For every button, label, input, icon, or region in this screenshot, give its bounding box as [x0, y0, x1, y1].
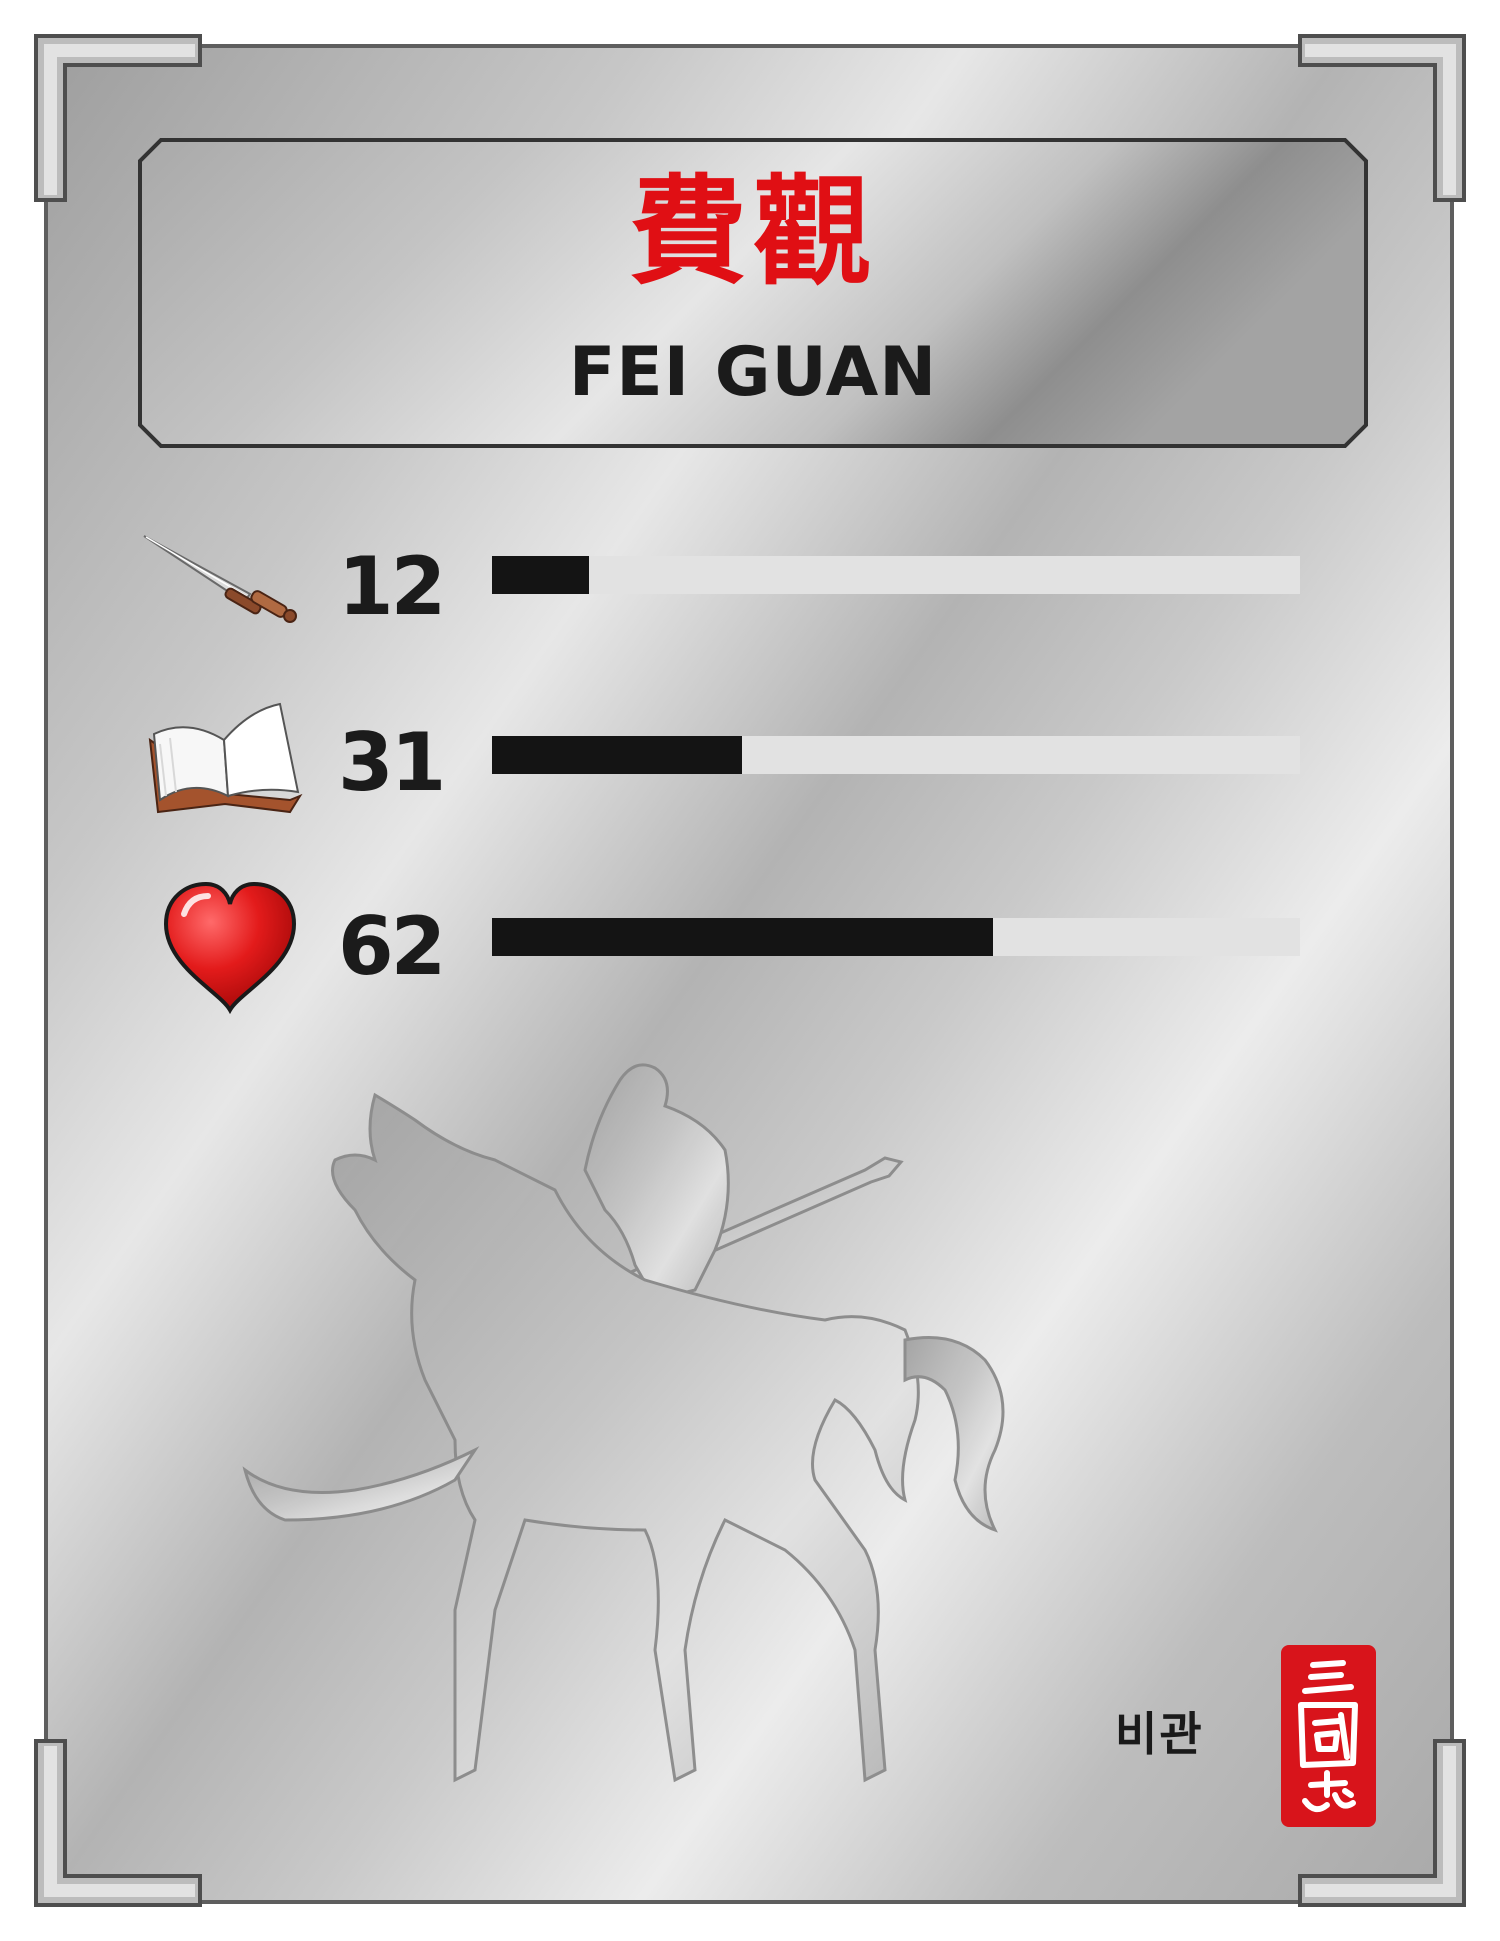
book-icon	[140, 700, 305, 820]
character-name-korean: 비관	[1115, 1707, 1204, 1761]
character-name-english: FEI GUAN	[568, 333, 938, 412]
health-bar-fill	[492, 918, 993, 956]
strength-bar-fill	[492, 556, 589, 594]
corner-bracket-bottom-left	[30, 1736, 205, 1911]
intelligence-bar	[492, 736, 1300, 774]
character-name-chinese: 費觀	[628, 162, 877, 301]
sword-icon	[140, 530, 300, 630]
three-kingdoms-seal-icon	[1281, 1645, 1376, 1827]
mounted-warrior-silhouette	[225, 1050, 1125, 1830]
intelligence-bar-fill	[492, 736, 743, 774]
name-panel: 費觀 FEI GUAN	[137, 137, 1369, 449]
stat-row-intelligence: 31	[0, 700, 1500, 820]
heart-icon	[160, 880, 300, 1015]
strength-bar	[492, 556, 1300, 594]
stat-row-health: 62	[0, 880, 1500, 1015]
strength-value: 12	[338, 540, 446, 633]
health-value: 62	[338, 900, 446, 993]
intelligence-value: 31	[338, 716, 446, 809]
health-bar	[492, 918, 1300, 956]
stat-row-strength: 12	[0, 530, 1500, 650]
